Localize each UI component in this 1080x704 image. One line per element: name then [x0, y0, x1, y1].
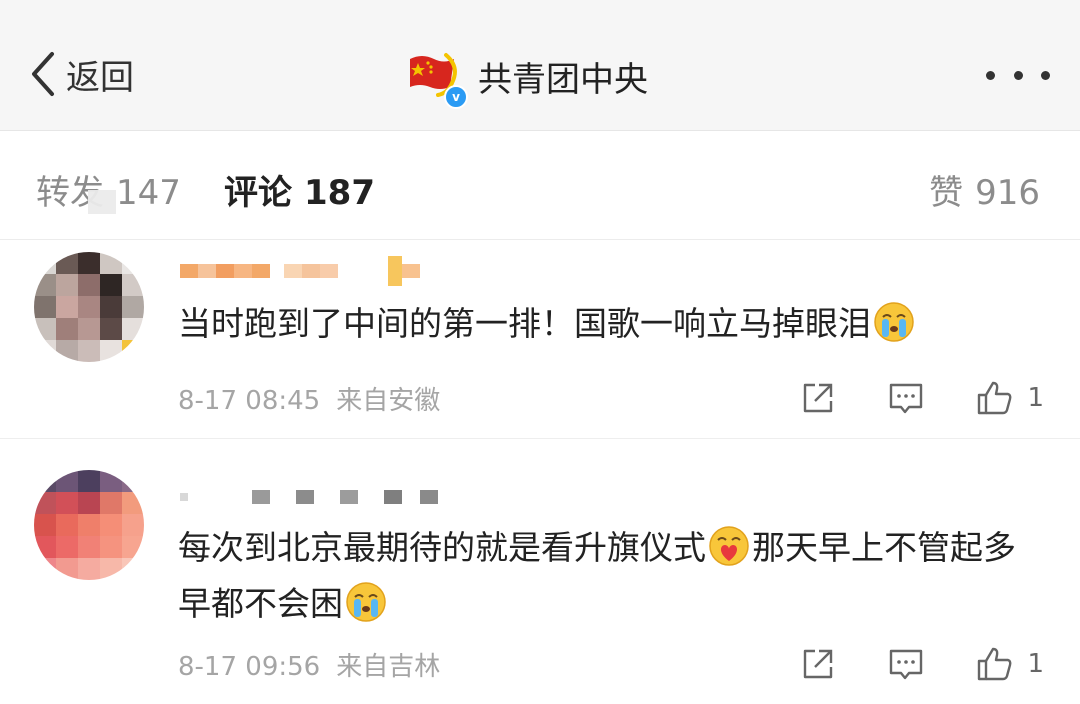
reply-button[interactable] — [887, 379, 925, 417]
comment-text-part: 当时跑到了中间的第一排！国歌一响立马掉眼泪 — [178, 304, 871, 343]
chevron-left-icon — [32, 52, 54, 96]
back-label: 返回 — [66, 57, 134, 98]
like-button[interactable]: 1 — [975, 379, 1044, 417]
account-header[interactable]: v 共青团中央 — [404, 46, 648, 109]
comment-actions: 1 — [799, 642, 1044, 686]
comment-location: 来自安徽 — [336, 386, 441, 416]
tab-like[interactable]: 赞 916 — [929, 165, 1040, 214]
comment-text: 当时跑到了中间的第一排！国歌一响立马掉眼泪 — [178, 296, 1048, 352]
like-button[interactable]: 1 — [975, 645, 1044, 683]
thumbs-up-icon — [978, 381, 1012, 415]
tab-like-label: 赞 — [929, 173, 964, 213]
like-count: 1 — [1027, 649, 1044, 679]
tab-comment[interactable]: 评论 187 — [224, 165, 375, 214]
comment-icon — [890, 383, 923, 414]
comment-location: 来自吉林 — [336, 652, 441, 682]
comment-meta: 8-17 08:45 来自安徽 — [178, 380, 440, 417]
verified-badge-icon: v — [444, 85, 468, 109]
username-mosaic[interactable] — [180, 480, 438, 514]
tab-comment-label: 评论 — [224, 173, 292, 213]
blur-patch — [88, 190, 116, 214]
share-icon — [804, 383, 833, 413]
back-button[interactable]: 返回 — [26, 46, 134, 102]
comment-actions: 1 — [799, 376, 1044, 420]
reply-button[interactable] — [887, 645, 925, 683]
more-icon — [1041, 70, 1050, 80]
comment-text: 每次到北京最期待的就是看升旗仪式 那天早上不管起多早都不会困 — [178, 520, 1048, 632]
avatar[interactable] — [34, 470, 144, 580]
comment-time: 8-17 09:56 — [178, 652, 321, 682]
share-button[interactable] — [799, 379, 837, 417]
account-logo: v — [404, 47, 468, 109]
more-icon — [1013, 70, 1023, 80]
share-button[interactable] — [799, 645, 837, 683]
thumbs-up-icon — [978, 647, 1012, 681]
comment-meta: 8-17 09:56 来自吉林 — [178, 646, 440, 683]
like-count: 1 — [1027, 383, 1044, 413]
comment-icon — [890, 649, 923, 680]
post-tabbar: 转发 147 评论 187 赞 916 — [0, 131, 1080, 240]
username-mosaic[interactable] — [180, 254, 420, 288]
tab-repost-count: 147 — [116, 173, 181, 213]
top-navbar: 返回 v 共青团中央 — [0, 0, 1080, 131]
comment-time: 8-17 08:45 — [178, 386, 321, 416]
share-icon — [804, 649, 833, 679]
comment-text-part: 每次到北京最期待的就是看升旗仪式 — [178, 528, 706, 567]
tab-like-count: 916 — [975, 173, 1040, 213]
more-icon — [986, 70, 995, 80]
heart-face-emoji-icon — [709, 526, 749, 566]
crying-emoji-icon — [346, 582, 386, 622]
more-button[interactable] — [986, 60, 1050, 90]
comment-item: 每次到北京最期待的就是看升旗仪式 那天早上不管起多早都不会困 8-17 09:5… — [0, 440, 1080, 704]
comment-divider — [0, 438, 1080, 439]
avatar[interactable] — [34, 252, 144, 362]
comment-item: 当时跑到了中间的第一排！国歌一响立马掉眼泪 8-17 08:45 来自安徽 1 — [0, 240, 1080, 438]
crying-emoji-icon — [874, 302, 914, 342]
tab-comment-count: 187 — [304, 173, 375, 213]
account-title: 共青团中央 — [478, 59, 648, 100]
